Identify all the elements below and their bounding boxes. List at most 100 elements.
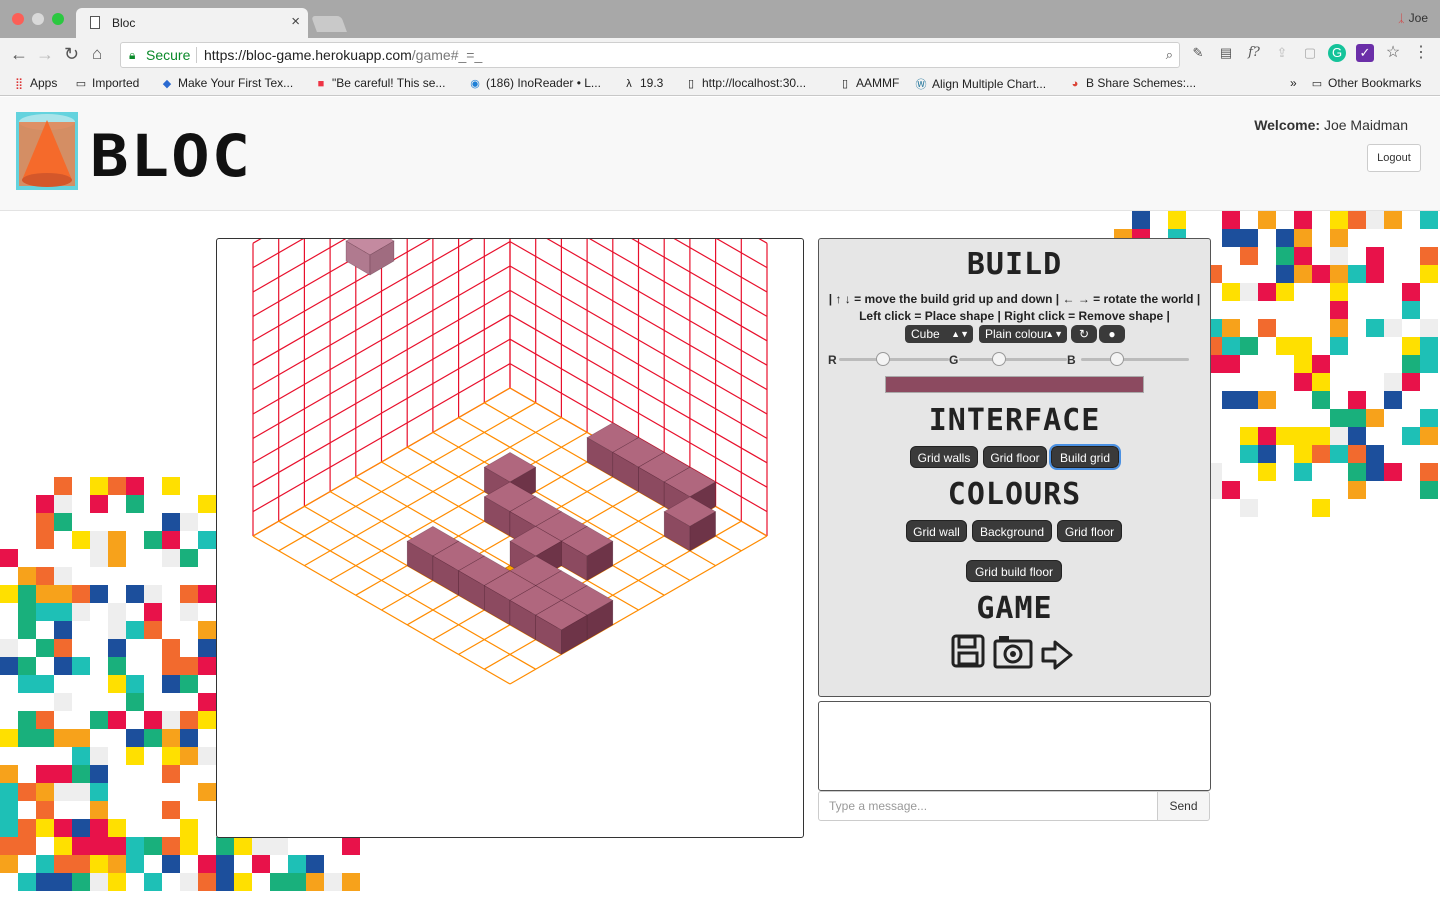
pixel-tile (144, 621, 162, 639)
bookmark-19-3[interactable]: λ 19.3 (622, 76, 663, 90)
menu-icon[interactable]: ⋮ (1412, 44, 1430, 62)
exit-icon[interactable] (1039, 639, 1075, 671)
profile-button[interactable]: ᛣ Joe (1398, 11, 1428, 25)
forward-icon[interactable]: → (36, 44, 54, 65)
pixel-tile (1222, 229, 1240, 247)
red-slider[interactable] (839, 352, 949, 366)
bookmark-localhost[interactable]: ▯ http://localhost:30... (684, 76, 806, 90)
colour-mode-select[interactable]: Plain colour ▲▼ (979, 325, 1067, 343)
pixel-tile (252, 837, 270, 855)
pixel-tile (1168, 211, 1186, 229)
bookmark-label: AAMMF (856, 76, 900, 90)
pixel-tile (54, 639, 72, 657)
pixel-tile (126, 675, 144, 693)
search-icon[interactable]: ⌕ (1166, 43, 1173, 67)
rotate-button[interactable]: ↻ (1071, 325, 1097, 343)
share-icon[interactable]: ⇪ (1273, 44, 1291, 62)
eyedropper-icon[interactable]: ✎ (1189, 44, 1207, 62)
pixel-tile (54, 477, 72, 495)
reload-icon[interactable]: ↻ (64, 44, 79, 65)
bookmark-careful[interactable]: ■ "Be careful! This se... (314, 76, 446, 90)
bookmark-texture[interactable]: ◆ Make Your First Tex... (160, 76, 293, 90)
pixel-tile (90, 873, 108, 891)
minimize-window-button[interactable] (32, 13, 44, 25)
grid-build-floor-colour-button[interactable]: Grid build floor (966, 560, 1062, 582)
pixel-tile (54, 657, 72, 675)
pixel-tile (1258, 445, 1276, 463)
pixel-tile (1240, 247, 1258, 265)
star-icon[interactable]: ☆ (1384, 44, 1402, 62)
grid-wall-colour-button[interactable]: Grid wall (906, 520, 967, 542)
bomb-button[interactable]: ● (1099, 325, 1125, 343)
grid-floor-button[interactable]: Grid floor (983, 446, 1047, 468)
red-slider-thumb[interactable] (876, 352, 890, 366)
green-slider-thumb[interactable] (991, 352, 1006, 366)
font-icon[interactable]: f? (1245, 44, 1263, 62)
logo-text[interactable]: BLOC (90, 128, 252, 186)
blue-slider[interactable] (1081, 352, 1189, 366)
bookmark-aammf[interactable]: ▯ AAMMF (838, 76, 899, 90)
close-window-button[interactable] (12, 13, 24, 25)
pixel-tile (1402, 355, 1420, 373)
pixel-tile (1348, 427, 1366, 445)
pixel-tile (162, 657, 180, 675)
pixel-tile (288, 855, 306, 873)
message-input[interactable]: Type a message... (818, 791, 1158, 821)
build-grid-button[interactable]: Build grid (1049, 444, 1121, 470)
isometric-scene[interactable] (217, 239, 804, 838)
document-icon[interactable]: ▢ (1301, 44, 1319, 62)
bookmark-inoreader[interactable]: ◉ (186) InoReader • L... (468, 76, 601, 90)
bookmark-imported[interactable]: ▭ Imported (74, 76, 140, 90)
pixel-tile (1402, 373, 1420, 391)
bookmark-share-schemes[interactable]: ◕ B Share Schemes:... (1068, 76, 1196, 90)
logo-icon (16, 112, 78, 190)
pixel-tile (180, 657, 198, 675)
pixel-tile (1276, 229, 1294, 247)
save-icon[interactable] (950, 633, 986, 669)
pixel-tile (180, 549, 198, 567)
pixel-tile (36, 495, 54, 513)
maximize-window-button[interactable] (52, 13, 64, 25)
pixel-tile (198, 855, 216, 873)
bookmark-other[interactable]: ▭ Other Bookmarks (1310, 76, 1422, 90)
grammarly-icon[interactable]: G (1328, 44, 1346, 62)
logout-button[interactable]: Logout (1367, 144, 1421, 172)
bookmark-apps[interactable]: ⣿ Apps (12, 76, 57, 90)
camera-icon[interactable] (993, 635, 1033, 669)
pixel-tile (126, 747, 144, 765)
build-instructions-line1: | ↑ ↓ = move the build grid up and down … (828, 292, 1201, 306)
bookmark-label: Align Multiple Chart... (932, 77, 1047, 91)
blue-slider-thumb[interactable] (1109, 352, 1124, 366)
browser-tab[interactable]: Bloc × (76, 8, 308, 38)
pixel-tile (1330, 409, 1348, 427)
send-button[interactable]: Send (1157, 791, 1210, 821)
pixel-tile (1330, 301, 1348, 319)
close-tab-icon[interactable]: × (291, 13, 300, 30)
new-tab-button[interactable] (311, 16, 347, 32)
green-slider[interactable] (959, 352, 1067, 366)
pixel-tile (1366, 445, 1384, 463)
pixel-tile (72, 747, 90, 765)
calendar-icon[interactable]: ▤ (1217, 44, 1235, 62)
checkmark-extension-icon[interactable]: ✓ (1356, 44, 1374, 62)
background-colour-button[interactable]: Background (972, 520, 1052, 542)
grid-walls-button[interactable]: Grid walls (910, 446, 978, 468)
pixel-tile (72, 783, 90, 801)
pixel-tile (0, 585, 18, 603)
windows-icon: ■ (317, 78, 325, 90)
pixel-tile (1366, 211, 1384, 229)
pixel-tile (1402, 337, 1420, 355)
grid-floor-colour-button[interactable]: Grid floor (1057, 520, 1122, 542)
pixel-tile (1312, 373, 1330, 391)
pixel-tile (36, 729, 54, 747)
back-icon[interactable]: ← (10, 44, 28, 65)
chrome-icon: ◕ (1071, 78, 1079, 90)
game-canvas[interactable] (216, 238, 804, 838)
address-bar[interactable]: 🔒︎ Secure https://bloc-game.herokuapp.co… (120, 42, 1180, 68)
bookmarks-overflow-icon[interactable]: » (1290, 76, 1297, 90)
pixel-tile (1258, 211, 1276, 229)
home-icon[interactable]: ⌂ (92, 44, 102, 64)
pixel-tile (1294, 337, 1312, 355)
bookmark-align[interactable]: Ⓦ Align Multiple Chart... (914, 76, 1047, 92)
shape-select[interactable]: Cube ▲▼ (905, 325, 973, 343)
